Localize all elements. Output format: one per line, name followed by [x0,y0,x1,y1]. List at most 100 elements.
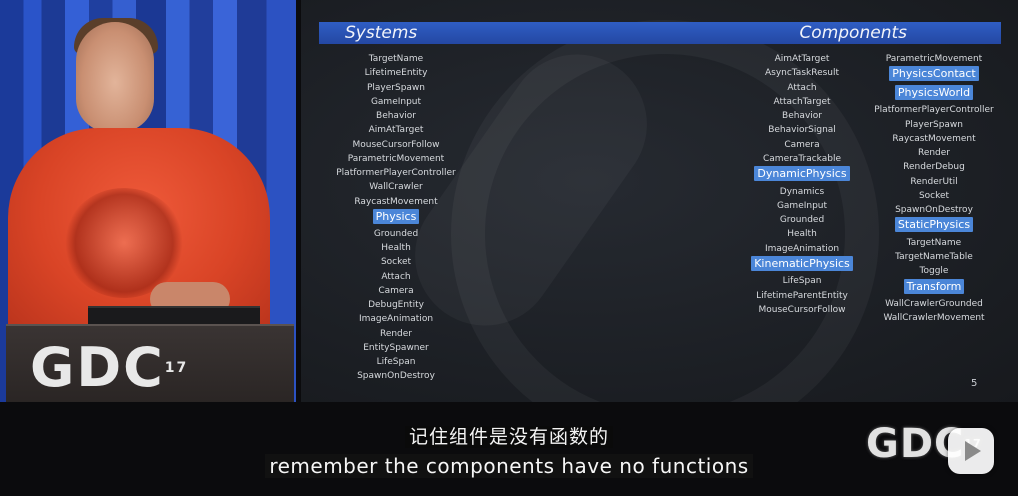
list-item-label: Socket [918,190,950,201]
list-item-label: ParametricMovement [347,153,445,164]
list-item-label: Toggle [919,266,949,277]
list-item: Attach [331,270,461,284]
list-item: LifeSpan [331,355,461,369]
list-item: Socket [331,255,461,269]
list-item-label: Render [379,328,413,339]
list-item: RenderDebug [871,160,997,174]
list-item: SpawnOnDestroy [871,203,997,217]
list-item-label: Dynamics [779,186,825,197]
list-item: Render [331,327,461,341]
list-item: PlatformerPlayerController [871,103,997,117]
list-item-label: RenderDebug [903,162,965,173]
list-item-label: DynamicPhysics [754,166,850,181]
list-item-label: DebugEntity [368,300,424,310]
list-item-label: SpawnOnDestroy [895,205,973,215]
list-item-label: Attach [787,82,817,93]
list-item: Grounded [739,213,865,227]
list-item-label: TargetName [906,237,962,248]
list-item: ParametricMovement [331,152,461,166]
list-item-label: EntitySpawner [363,342,429,353]
list-item: WallCrawler [331,180,461,194]
list-item-label: AsyncTaskResult [764,68,840,79]
list-item: PlatformerPlayerController [331,166,461,180]
list-item-label: AttachTarget [773,96,831,107]
list-item: ParametricMovement [871,52,997,66]
list-item-label: AimAtTarget [774,54,830,64]
podium-gdc-logo: GDC17 [30,338,188,398]
list-item-label: ImageAnimation [764,243,840,254]
list-item: Render [871,146,997,160]
list-item: RaycastMovement [871,132,997,146]
list-item: Toggle [871,264,997,278]
list-item-label: Behavior [782,111,822,121]
play-icon[interactable] [948,428,994,474]
list-item: ImageAnimation [331,312,461,326]
list-item-label: SpawnOnDestroy [357,371,435,382]
list-item-label: WallCrawlerMovement [883,313,985,324]
list-item: CameraTrackable [739,152,865,166]
list-item: AsyncTaskResult [739,66,865,80]
list-item-label: Grounded [373,228,419,239]
list-item-label: StaticPhysics [894,217,974,233]
list-item-label: Health [381,243,411,253]
list-item: MouseCursorFollow [739,303,865,317]
list-item-label: CameraTrackable [763,153,841,164]
subtitle-chinese-text: 记住组件是没有函数的 [404,426,613,448]
list-item: AimAtTarget [739,52,865,66]
list-item: LifetimeEntity [331,66,461,80]
list-item: PlayerSpawn [331,81,461,95]
systems-title-bar: Systems [319,22,689,44]
list-item-label: ImageAnimation [358,314,434,325]
components-list-2: ParametricMovement PhysicsContact PhysicsW… [871,52,997,326]
list-item: Dynamics [739,185,865,199]
list-item: GameInput [739,199,865,213]
list-item-label: RaycastMovement [892,133,976,144]
list-item-label: AimAtTarget [368,125,424,136]
list-item-label: LifeSpan [782,276,822,287]
list-item-label: KinematicPhysics [751,255,853,271]
list-item-label: PhysicsWorld [894,84,974,100]
speaker-head [76,22,154,132]
systems-list: TargetName LifetimeEntity PlayerSpawn GameI… [331,52,461,384]
list-item-label: Physics [372,208,420,224]
list-item: TargetName [331,52,461,66]
list-item: Behavior [739,109,865,123]
podium-logo-number: 17 [164,360,189,376]
list-item-label: LifetimeEntity [364,68,428,79]
list-item-label: PlayerSpawn [904,119,963,130]
list-item: EntitySpawner [331,341,461,355]
components-title: Components [799,23,907,43]
list-item: MouseCursorFollow [331,138,461,152]
highlighted-list-item: KinematicPhysics [739,255,865,275]
list-item-label: Attach [381,271,411,282]
list-item-label: PhysicsContact [889,66,979,82]
highlighted-list-item: DynamicPhysics [739,166,865,185]
list-item-label: TargetName [368,54,424,64]
podium-logo-text: GDC [30,336,165,399]
subtitle-english-text: remember the components have no function… [265,454,753,478]
list-item-label: MouseCursorFollow [352,139,440,150]
list-item: WallCrawlerGrounded [871,297,997,311]
list-item: SpawnOnDestroy [331,369,461,383]
list-item: Behavior [331,109,461,123]
list-item: ImageAnimation [739,242,865,256]
presentation-slide: Systems Components TargetName LifetimeEnt… [301,0,1018,402]
list-item-label: Render [917,148,951,158]
list-item-label: ParametricMovement [885,54,983,64]
list-item: RenderUtil [871,175,997,189]
highlighted-list-item: StaticPhysics [871,217,997,236]
list-item-label: MouseCursorFollow [758,304,846,315]
list-item-label: WallCrawler [369,182,423,193]
list-item: LifetimeParentEntity [739,289,865,303]
list-item: Attach [739,81,865,95]
list-item-label: Transform [903,278,965,294]
list-item-label: Socket [380,257,412,268]
list-item: LifeSpan [739,274,865,288]
slide-page-number: 5 [971,378,978,389]
list-item: TargetName [871,236,997,250]
list-item: Camera [739,138,865,152]
list-item: BehaviorSignal [739,123,865,137]
highlighted-list-item: Physics [331,208,461,227]
list-item: TargetNameTable [871,250,997,264]
highlighted-list-item: PhysicsContact [871,66,997,85]
